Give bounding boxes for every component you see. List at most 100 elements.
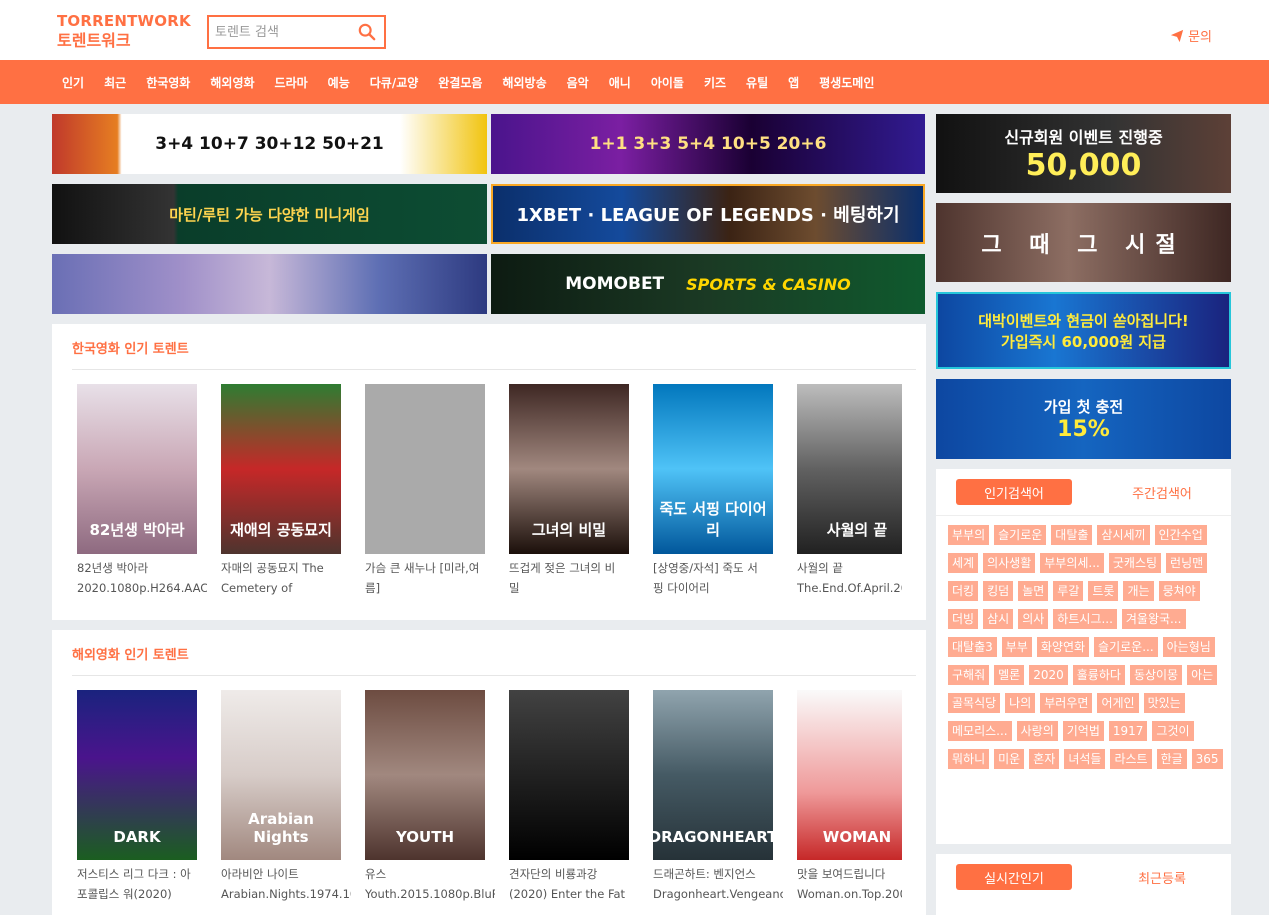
tab-weekly-keywords[interactable]: 주간검색어 (1104, 479, 1220, 505)
movie-title[interactable]: 자매의 공동묘지 The Cemetery of (221, 558, 351, 600)
nav-item[interactable]: 한국영화 (146, 74, 190, 91)
movie-card[interactable]: Arabian Nights 아라비안 나이트 Arabian.Nights.19… (221, 690, 351, 906)
tab-popular-keywords[interactable]: 인기검색어 (956, 479, 1072, 505)
keyword-tag[interactable]: 아는 (1187, 665, 1218, 685)
nav-item[interactable]: 유틸 (746, 74, 768, 91)
movie-poster[interactable]: WOMAN (797, 690, 902, 860)
ad-banner-momobet[interactable]: MOMOBET SPORTS & CASINO (491, 254, 925, 314)
tab-realtime[interactable]: 실시간인기 (956, 864, 1072, 890)
movie-title[interactable]: [상영중/자석] 죽도 서 핑 다이어리 (653, 558, 783, 600)
movie-card[interactable]: 재애의 공동묘지 자매의 공동묘지 The Cemetery of (221, 384, 341, 600)
movie-card[interactable]: 82년생 박아라 82년생 박아라 2020.1080p.H264.AAC- (77, 384, 207, 600)
keyword-tag[interactable]: 개는 (1123, 581, 1154, 601)
search-icon[interactable] (358, 23, 376, 41)
keyword-tag[interactable]: 화양연화 (1036, 637, 1090, 657)
movie-card[interactable]: 견자단의 비룡과강 (2020) Enter the Fat (509, 690, 629, 906)
nav-item[interactable]: 앱 (788, 74, 799, 91)
movie-card[interactable]: 죽도 서핑 다이어리 [상영중/자석] 죽도 서 핑 다이어리 (653, 384, 773, 600)
keyword-tag[interactable]: 2020 (1029, 665, 1068, 685)
keyword-tag[interactable]: 뭐하니 (948, 749, 990, 769)
movie-poster[interactable]: Arabian Nights (221, 690, 341, 860)
ad-banner-ocean[interactable]: 대박이벤트와 현금이 쏟아집니다! 가입즉시 60,000원 지급 (936, 292, 1231, 369)
movie-title[interactable]: 가슴 큰 새누나 [미라,여 름] (365, 558, 495, 600)
ad-banner-photo[interactable] (52, 254, 487, 314)
nav-item[interactable]: 키즈 (704, 74, 726, 91)
movie-poster[interactable] (365, 384, 485, 554)
keyword-tag[interactable]: 인간수업 (1154, 525, 1207, 545)
ad-banner-sportsbet[interactable]: 가입 첫 충전 15% (936, 379, 1231, 459)
movie-poster[interactable]: 죽도 서핑 다이어리 (653, 384, 773, 554)
keyword-tag[interactable]: 부부의세... (1040, 553, 1104, 573)
movie-poster[interactable]: 재애의 공동묘지 (221, 384, 341, 554)
keyword-tag[interactable]: 놀면 (1018, 581, 1049, 601)
keyword-tag[interactable]: 런닝맨 (1166, 553, 1208, 573)
movie-poster[interactable]: DARK (77, 690, 197, 860)
ad-banner-1xbet[interactable]: 1XBET · LEAGUE OF LEGENDS · 베팅하기 (491, 184, 925, 244)
keyword-tag[interactable]: 삼시 (983, 609, 1014, 629)
keyword-tag[interactable]: 의사생활 (983, 553, 1036, 573)
keyword-tag[interactable]: 부부의 (948, 525, 990, 545)
nav-item[interactable]: 최근 (104, 74, 126, 91)
keyword-tag[interactable]: 기억법 (1062, 721, 1104, 741)
keyword-tag[interactable]: 더빙 (948, 609, 979, 629)
keyword-tag[interactable]: 나의 (1005, 693, 1036, 713)
keyword-tag[interactable]: 1917 (1108, 721, 1148, 741)
keyword-tag[interactable]: 삼시세끼 (1097, 525, 1150, 545)
movie-card[interactable]: DARK 저스티스 리그 다크 : 아 포콜립스 워(2020) (77, 690, 197, 906)
nav-item[interactable]: 드라마 (275, 74, 308, 91)
movie-card[interactable]: WOMAN 맛을 보여드립니다 Woman.on.Top.200 (797, 690, 902, 906)
keyword-tag[interactable]: 굿캐스팅 (1108, 553, 1162, 573)
keyword-tag[interactable]: 슬기로운... (1094, 637, 1158, 657)
nav-item[interactable]: 애니 (609, 74, 631, 91)
movie-title[interactable]: 유스 Youth.2015.1080p.BluRa (365, 864, 495, 906)
nav-item[interactable]: 음악 (567, 74, 589, 91)
section-title[interactable]: 한국영화 인기 토렌트 (72, 338, 189, 357)
keyword-tag[interactable]: 아는형님 (1162, 637, 1215, 657)
keyword-tag[interactable]: 녀석들 (1064, 749, 1106, 769)
keyword-tag[interactable]: 대탈출 (1051, 525, 1093, 545)
movie-title[interactable]: 견자단의 비룡과강 (2020) Enter the Fat (509, 864, 639, 906)
movie-title[interactable]: 82년생 박아라 2020.1080p.H264.AAC- (77, 558, 207, 600)
keyword-tag[interactable]: 어게인 (1097, 693, 1139, 713)
movie-title[interactable]: 맛을 보여드립니다 Woman.on.Top.200 (797, 864, 902, 906)
keyword-tag[interactable]: 맛있는 (1143, 693, 1185, 713)
nav-item[interactable]: 인기 (62, 74, 84, 91)
nav-item[interactable]: 해외영화 (210, 74, 254, 91)
keyword-tag[interactable]: 부러우면 (1040, 693, 1093, 713)
keyword-tag[interactable]: 골목식당 (948, 693, 1001, 713)
keyword-tag[interactable]: 슬기로운 (994, 525, 1047, 545)
keyword-tag[interactable]: 세계 (948, 553, 979, 573)
movie-poster[interactable]: DRAGONHEART (653, 690, 773, 860)
movie-poster[interactable]: 그녀의 비밀 (509, 384, 629, 554)
movie-title[interactable]: 드래곤하트: 벤지언스 Dragonheart.Vengeance (653, 864, 783, 906)
keyword-tag[interactable]: 뭉쳐야 (1158, 581, 1200, 601)
keyword-tag[interactable]: 대탈출3 (948, 637, 997, 657)
section-title[interactable]: 해외영화 인기 토렌트 (72, 644, 189, 663)
movie-card[interactable]: 사월의 끝 사월의 끝 The.End.Of.April.20 (797, 384, 902, 600)
keyword-tag[interactable]: 멜론 (994, 665, 1025, 685)
keyword-tag[interactable]: 동상이몽 (1129, 665, 1183, 685)
keyword-tag[interactable]: 한글 (1156, 749, 1187, 769)
keyword-tag[interactable]: 그것이 (1152, 721, 1194, 741)
movie-title[interactable]: 아라비안 나이트 Arabian.Nights.1974.108 (221, 864, 351, 906)
nav-item[interactable]: 평생도메인 (819, 74, 874, 91)
keyword-tag[interactable]: 더킹 (948, 581, 979, 601)
ad-banner-old-days[interactable]: 그 때 그 시절 (936, 203, 1231, 282)
ad-banner-tb[interactable]: 1+1 3+3 5+4 10+5 20+6 (491, 114, 925, 174)
movie-title[interactable]: 뜨겁게 젖은 그녀의 비 밀 (509, 558, 639, 600)
keyword-tag[interactable]: 킹덤 (983, 581, 1014, 601)
movie-poster[interactable]: 사월의 끝 (797, 384, 902, 554)
movie-card[interactable]: DRAGONHEART 드래곤하트: 벤지언스 Dragonheart.Venge… (653, 690, 783, 906)
nav-item[interactable]: 다큐/교양 (370, 74, 419, 91)
nav-item[interactable]: 완결모음 (438, 74, 482, 91)
movie-poster[interactable] (509, 690, 629, 860)
movie-card[interactable]: 가슴 큰 새누나 [미라,여 름] (365, 384, 485, 600)
movie-title[interactable]: 사월의 끝 The.End.Of.April.20 (797, 558, 902, 600)
site-logo[interactable]: TORRENTWORK 토렌트워크 (57, 12, 191, 50)
keyword-tag[interactable]: 라스트 (1110, 749, 1152, 769)
movie-title[interactable]: 저스티스 리그 다크 : 아 포콜립스 워(2020) (77, 864, 207, 906)
ad-banner-simba[interactable]: 3+4 10+7 30+12 50+21 (52, 114, 487, 174)
ad-banner-payback[interactable]: 마틴/루틴 가능 다양한 미니게임 (52, 184, 487, 244)
search-input[interactable] (209, 17, 349, 47)
movie-card[interactable]: YOUTH 유스 Youth.2015.1080p.BluRa (365, 690, 495, 906)
